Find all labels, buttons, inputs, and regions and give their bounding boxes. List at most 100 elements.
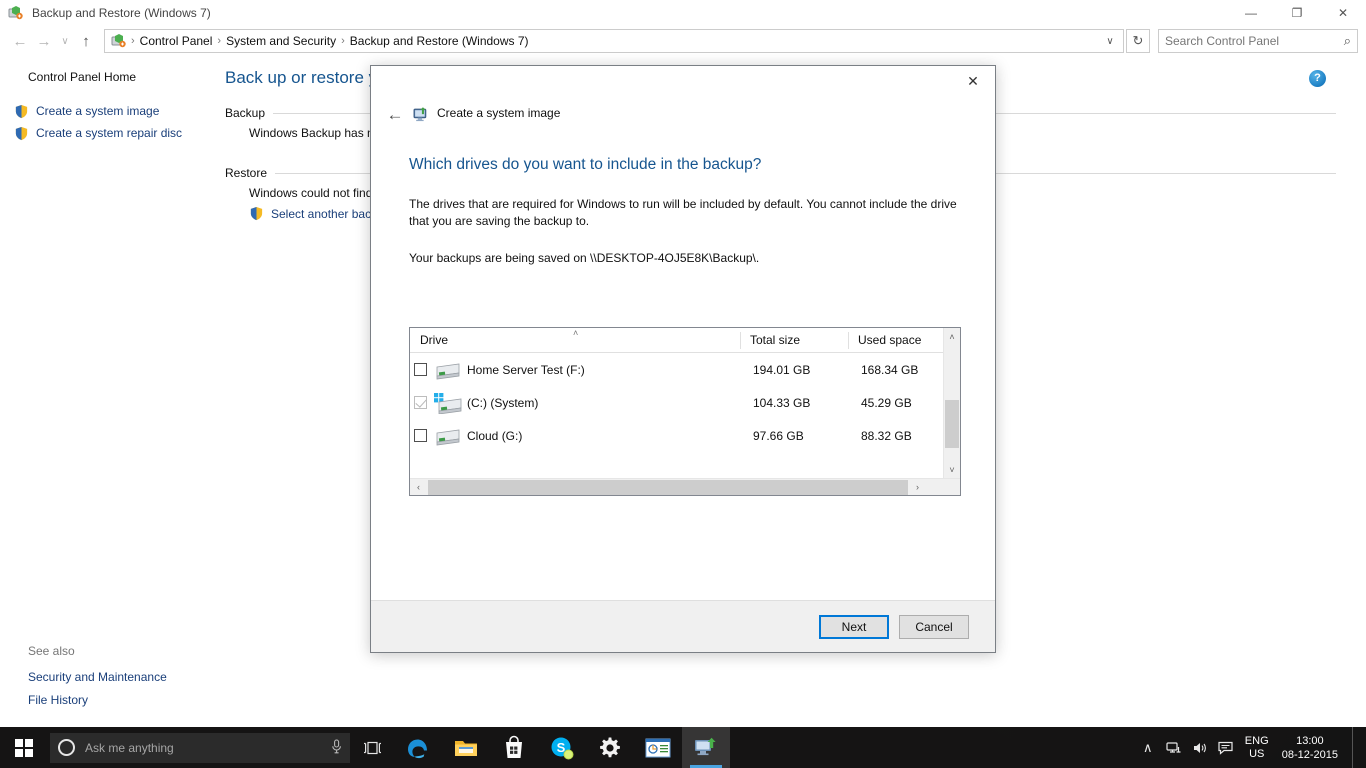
show-desktop-button[interactable] (1352, 727, 1360, 768)
table-row[interactable]: (C:) (System) 104.33 GB 45.29 GB (410, 386, 960, 419)
windows-logo-icon (15, 738, 33, 757)
column-header-used-space[interactable]: Used space (848, 328, 943, 353)
table-row[interactable]: Home Server Test (F:) 194.01 GB 168.34 G… (410, 353, 960, 386)
cancel-button[interactable]: Cancel (899, 614, 969, 639)
volume-icon[interactable] (1188, 727, 1212, 768)
breadcrumb-control-panel[interactable]: Control Panel (136, 34, 217, 48)
drive-list-header: Drive ˄ Total size Used space (410, 328, 960, 353)
taskbar-app-file-explorer[interactable] (442, 727, 490, 768)
search-icon[interactable]: ⌕ (1344, 33, 1351, 49)
language-indicator[interactable]: ENG US (1240, 735, 1274, 761)
show-hidden-icons-chevron-icon[interactable]: ∧ (1136, 727, 1160, 768)
drive-list[interactable]: Drive ˄ Total size Used space Home Serve… (409, 327, 961, 496)
scroll-up-button[interactable]: ˄ (944, 328, 960, 345)
drive-icon (433, 425, 463, 447)
sort-ascending-icon: ˄ (573, 327, 579, 338)
drive-checkbox (414, 396, 427, 409)
drive-name: Home Server Test (F:) (467, 362, 585, 377)
drive-total-size: 104.33 GB (753, 395, 811, 410)
language-code: ENG (1244, 734, 1269, 747)
minimize-button[interactable]: — (1228, 0, 1274, 26)
taskbar-app-office-contacts[interactable] (634, 727, 682, 768)
refresh-icon[interactable]: ↻ (1126, 29, 1150, 53)
backup-section-title: Backup (225, 106, 266, 120)
shield-icon (14, 104, 29, 119)
sidebar-item-create-a-system-image[interactable]: Create a system image (14, 100, 210, 122)
column-header-total-size[interactable]: Total size (740, 328, 848, 353)
taskbar-app-edge[interactable] (394, 727, 442, 768)
taskbar: Ask me anything S ∧ ENG US 13:00 08-12-2… (0, 727, 1366, 768)
dialog-heading: Which drives do you want to include in t… (409, 156, 762, 173)
microphone-icon[interactable] (331, 738, 342, 757)
dialog-footer: Next Cancel (371, 600, 995, 652)
clock[interactable]: 13:00 08-12-2015 (1276, 734, 1350, 762)
dialog-header: ← Create a system image (371, 66, 995, 132)
window-titlebar: Backup and Restore (Windows 7) — ❐ ✕ (0, 0, 1366, 26)
scroll-right-button[interactable]: › (909, 482, 926, 492)
taskbar-apps: S (394, 727, 730, 768)
cortana-search-box[interactable]: Ask me anything (50, 732, 350, 763)
system-tray: ∧ ENG US 13:00 08-12-2015 (1136, 727, 1366, 768)
create-system-image-icon (413, 106, 430, 123)
address-bar[interactable]: › Control Panel › System and Security › … (104, 29, 1124, 53)
breadcrumb-app-icon (111, 33, 127, 49)
chevron-down-icon[interactable]: ∨ (1099, 36, 1121, 47)
help-icon[interactable]: ? (1309, 70, 1326, 87)
search-input[interactable] (1165, 34, 1344, 48)
drive-checkbox[interactable] (414, 363, 427, 376)
drive-name: Cloud (G:) (467, 428, 523, 443)
start-button[interactable] (0, 727, 48, 768)
network-icon[interactable] (1162, 727, 1186, 768)
vertical-scrollbar[interactable]: ˄ ˅ (943, 328, 960, 478)
dialog-back-button[interactable]: ← (383, 104, 407, 126)
horizontal-scrollbar[interactable]: ‹ › (410, 478, 960, 495)
breadcrumb-system-and-security[interactable]: System and Security (222, 34, 340, 48)
vertical-scroll-thumb[interactable] (945, 400, 959, 448)
horizontal-scroll-thumb[interactable] (428, 479, 908, 495)
close-button[interactable]: ✕ (1320, 0, 1366, 26)
clock-time: 13:00 (1296, 734, 1324, 747)
drive-checkbox[interactable] (414, 429, 427, 442)
table-row[interactable]: Cloud (G:) 97.66 GB 88.32 GB (410, 419, 960, 452)
forward-button[interactable]: → (32, 29, 56, 53)
taskbar-app-settings[interactable] (586, 727, 634, 768)
back-button[interactable]: ← (8, 29, 32, 53)
see-also-section: See also Security and Maintenance File H… (28, 644, 167, 712)
breadcrumb-backup-and-restore[interactable]: Backup and Restore (Windows 7) (346, 34, 533, 48)
sidebar: Control Panel Home Create a system image (0, 56, 210, 707)
next-button[interactable]: Next (819, 614, 889, 639)
screen: Backup and Restore (Windows 7) — ❐ ✕ ← →… (0, 0, 1366, 768)
up-button[interactable]: ↑ (74, 29, 98, 53)
sidebar-item-create-a-system-repair-disc[interactable]: Create a system repair disc (14, 122, 210, 144)
action-center-icon[interactable] (1214, 727, 1238, 768)
dialog-content: Which drives do you want to include in t… (371, 132, 995, 600)
sidebar-item-security-and-maintenance[interactable]: Security and Maintenance (28, 666, 167, 688)
taskbar-app-skype[interactable]: S (538, 727, 586, 768)
region-code: US (1249, 747, 1265, 760)
scroll-left-button[interactable]: ‹ (410, 482, 427, 492)
drive-total-size: 194.01 GB (753, 362, 811, 377)
column-header-drive-label: Drive (420, 333, 449, 347)
taskbar-app-backup-and-restore[interactable] (682, 727, 730, 768)
search-box[interactable]: ⌕ (1158, 29, 1358, 53)
cortana-icon (58, 739, 75, 756)
drive-icon (433, 359, 463, 381)
select-another-backup-label: Select another backu (271, 206, 384, 221)
create-system-image-dialog: ✕ ← Create a system image Which drives d… (370, 65, 996, 653)
recent-locations-button[interactable]: ∨ (56, 29, 74, 53)
cortana-placeholder: Ask me anything (85, 740, 174, 755)
drive-used-space: 88.32 GB (861, 428, 912, 443)
window-title: Backup and Restore (Windows 7) (32, 6, 211, 20)
sidebar-item-control-panel-home[interactable]: Control Panel Home (28, 70, 210, 84)
scroll-down-button[interactable]: ˅ (944, 461, 960, 478)
window-controls: — ❐ ✕ (1228, 0, 1366, 26)
sidebar-item-label: Create a system image (36, 104, 160, 118)
task-view-button[interactable] (350, 727, 394, 768)
restore-button[interactable]: ❐ (1274, 0, 1320, 26)
column-header-drive[interactable]: Drive ˄ (410, 328, 740, 353)
shield-icon (249, 206, 264, 221)
navigation-bar: ← → ∨ ↑ › Control Panel › System and Sec… (0, 26, 1366, 56)
taskbar-app-microsoft-store[interactable] (490, 727, 538, 768)
sidebar-item-file-history[interactable]: File History (28, 689, 167, 711)
drive-total-size: 97.66 GB (753, 428, 804, 443)
